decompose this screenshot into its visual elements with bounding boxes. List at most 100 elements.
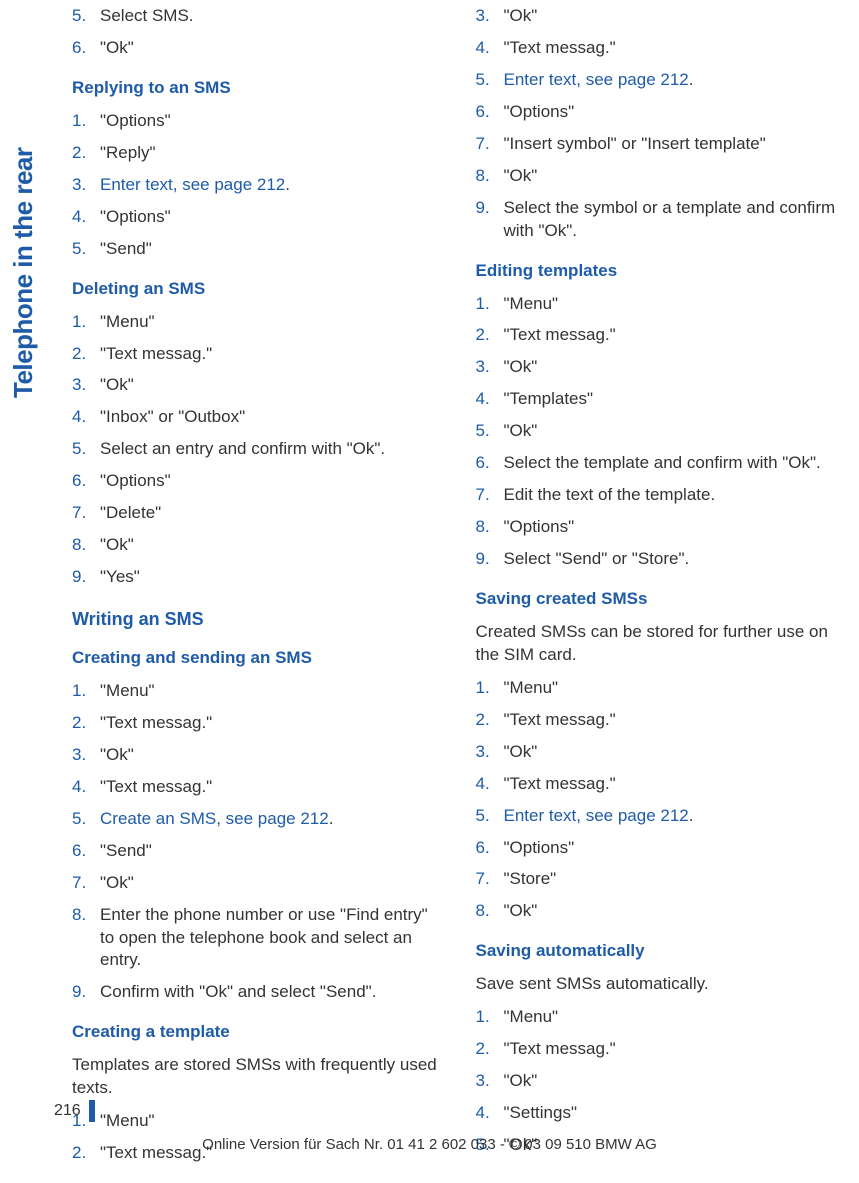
heading-creating-sending: Creating and sending an SMS <box>72 648 446 668</box>
editing-list: 1."Menu" 2."Text messag." 3."Ok" 4."Temp… <box>476 293 850 571</box>
saving-list: 1."Menu" 2."Text messag." 3."Ok" 4."Text… <box>476 677 850 924</box>
list-item: 7.Edit the text of the template. <box>476 484 850 507</box>
page-bar-icon <box>89 1100 95 1122</box>
list-item: 6."Ok" <box>72 37 446 60</box>
link-suffix: . <box>689 806 694 825</box>
list-item: 3.Enter text, see page 212. <box>72 174 446 197</box>
list-item: 1."Options" <box>72 110 446 133</box>
list-item: 3."Ok" <box>476 741 850 764</box>
list-number: 4. <box>476 37 504 60</box>
list-text: "Options" <box>100 206 446 229</box>
page-link[interactable]: Create an SMS, see page 212 <box>100 809 329 828</box>
side-section-label-text: Telephone in the rear <box>8 147 39 398</box>
saving-intro-text: Created SMSs can be stored for further u… <box>476 621 850 667</box>
list-text: Select "Send" or "Store". <box>504 548 850 571</box>
list-number: 1. <box>72 110 100 133</box>
page-link[interactable]: Enter text, see page 212 <box>504 806 689 825</box>
page-link[interactable]: Enter text, see page 212 <box>100 175 285 194</box>
list-text: Enter the phone number or use "Find entr… <box>100 904 446 973</box>
list-text: "Options" <box>100 110 446 133</box>
list-item: 3."Ok" <box>72 744 446 767</box>
list-number: 5. <box>476 805 504 828</box>
page-footer: 216 Online Version für Sach Nr. 01 41 2 … <box>0 1100 859 1153</box>
list-number: 7. <box>72 502 100 525</box>
list-item: 4."Text messag." <box>476 37 850 60</box>
list-text: "Ok" <box>504 900 850 923</box>
heading-creating-template: Creating a template <box>72 1022 446 1042</box>
list-item: 9.Select the symbol or a template and co… <box>476 197 850 243</box>
list-item: 2."Text messag." <box>476 709 850 732</box>
list-text: Select an entry and confirm with "Ok". <box>100 438 446 461</box>
list-item: 4."Text messag." <box>476 773 850 796</box>
list-number: 3. <box>72 744 100 767</box>
list-item: 3."Ok" <box>72 374 446 397</box>
side-section-label: Telephone in the rear <box>0 10 40 400</box>
list-text: "Text messag." <box>504 1038 850 1061</box>
list-text: "Send" <box>100 238 446 261</box>
list-number: 5. <box>476 420 504 443</box>
list-number: 5. <box>72 238 100 261</box>
list-item: 6.Select the template and confirm with "… <box>476 452 850 475</box>
list-number: 6. <box>72 470 100 493</box>
list-number: 4. <box>72 776 100 799</box>
list-number: 7. <box>476 868 504 891</box>
list-item: 8.Enter the phone number or use "Find en… <box>72 904 446 973</box>
list-number: 4. <box>72 206 100 229</box>
list-number: 8. <box>476 900 504 923</box>
list-text: "Text messag." <box>100 343 446 366</box>
list-item: 7."Insert symbol" or "Insert template" <box>476 133 850 156</box>
list-number: 5. <box>476 69 504 92</box>
list-number: 3. <box>476 741 504 764</box>
list-item: 3."Ok" <box>476 356 850 379</box>
creating-list: 1."Menu" 2."Text messag." 3."Ok" 4."Text… <box>72 680 446 1004</box>
heading-saving-created: Saving created SMSs <box>476 589 850 609</box>
list-number: 3. <box>72 374 100 397</box>
template-list-continued: 3."Ok" 4."Text messag." 5.Enter text, se… <box>476 5 850 243</box>
list-text: "Text messag." <box>504 709 850 732</box>
list-text: Select SMS. <box>100 5 446 28</box>
list-text: "Text messag." <box>100 712 446 735</box>
page-link[interactable]: Enter text, see page 212 <box>504 70 689 89</box>
list-number: 7. <box>476 133 504 156</box>
list-item: 5.Select SMS. <box>72 5 446 28</box>
auto-intro-text: Save sent SMSs automatically. <box>476 973 850 996</box>
list-item: 7."Store" <box>476 868 850 891</box>
list-text: Enter text, see page 212. <box>504 805 850 828</box>
link-suffix: . <box>285 175 290 194</box>
list-item: 5.Enter text, see page 212. <box>476 805 850 828</box>
list-text: "Options" <box>504 516 850 539</box>
list-item: 5.Enter text, see page 212. <box>476 69 850 92</box>
list-item: 1."Menu" <box>476 293 850 316</box>
list-text: "Delete" <box>100 502 446 525</box>
list-item: 2."Text messag." <box>476 324 850 347</box>
list-number: 2. <box>72 343 100 366</box>
list-item: 1."Menu" <box>72 311 446 334</box>
list-number: 8. <box>476 516 504 539</box>
list-number: 2. <box>476 1038 504 1061</box>
page-number-row: 216 <box>0 1100 859 1122</box>
list-number: 7. <box>476 484 504 507</box>
list-number: 6. <box>72 37 100 60</box>
list-number: 9. <box>72 981 100 1004</box>
list-number: 2. <box>476 324 504 347</box>
deleting-list: 1."Menu" 2."Text messag." 3."Ok" 4."Inbo… <box>72 311 446 589</box>
list-text: "Ok" <box>504 1070 850 1093</box>
list-item: 1."Menu" <box>476 1006 850 1029</box>
list-item: 5."Ok" <box>476 420 850 443</box>
template-intro-text: Templates are stored SMSs with frequentl… <box>72 1054 446 1100</box>
list-text: Create an SMS, see page 212. <box>100 808 446 831</box>
list-item: 2."Text messag." <box>72 343 446 366</box>
heading-editing-templates: Editing templates <box>476 261 850 281</box>
list-number: 2. <box>476 709 504 732</box>
list-number: 6. <box>476 837 504 860</box>
list-text: "Text messag." <box>504 773 850 796</box>
list-number: 9. <box>476 548 504 571</box>
list-item: 4."Text messag." <box>72 776 446 799</box>
heading-saving-auto: Saving automatically <box>476 941 850 961</box>
list-item: 6."Send" <box>72 840 446 863</box>
list-item: 8."Ok" <box>476 900 850 923</box>
list-text: "Ok" <box>100 534 446 557</box>
list-text: "Text messag." <box>504 324 850 347</box>
list-number: 5. <box>72 5 100 28</box>
list-item: 3."Ok" <box>476 1070 850 1093</box>
